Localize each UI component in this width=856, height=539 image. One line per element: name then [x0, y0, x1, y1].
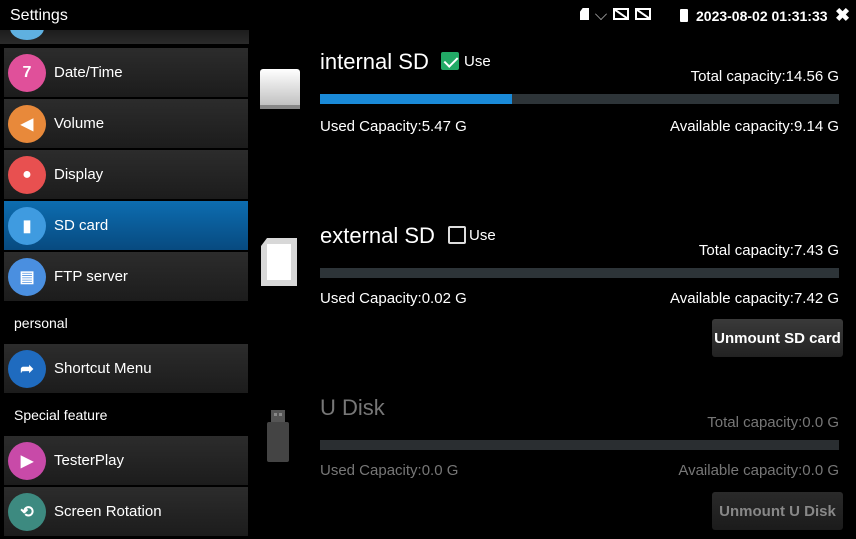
calendar-icon: 7: [8, 53, 46, 92]
external-sd-use-checkbox[interactable]: [448, 226, 466, 244]
internal-sd-use-label: Use: [464, 53, 491, 70]
u-disk-title: U Disk: [320, 395, 385, 420]
internal-sd-available: Available capacity:9.14 G: [670, 118, 839, 135]
speaker-icon: ◀: [8, 104, 46, 143]
screen-off-icon: [613, 8, 629, 20]
external-sd-use-label: Use: [469, 227, 496, 244]
sd-card-icon: ▮: [8, 206, 46, 245]
settings-sidebar[interactable]: 7 Date/Time ◀ Volume ● Display ▮ SD card…: [0, 30, 249, 539]
u-disk-usage-bar: [320, 440, 839, 450]
external-sd-available: Available capacity:7.42 G: [670, 290, 839, 307]
sidebar-item-testerplay[interactable]: ▶ TesterPlay: [4, 436, 248, 486]
external-sd-panel: external SD Use Total capacity:7.43 G Us…: [255, 214, 855, 364]
sidebar-item-label: TesterPlay: [54, 452, 125, 469]
sd-card-icon: [580, 8, 589, 20]
external-sd-title: external SD: [320, 223, 435, 248]
lightbulb-icon: ●: [8, 155, 46, 194]
partial-item-icon: [10, 30, 44, 40]
external-sd-usage-bar: [320, 268, 839, 278]
u-disk-total: Total capacity:0.0 G: [707, 414, 839, 431]
sidebar-item-partial[interactable]: [0, 30, 249, 44]
u-disk-used: Used Capacity:0.0 G: [320, 462, 459, 479]
sidebar-item-display[interactable]: ● Display: [4, 150, 248, 200]
internal-sd-title: internal SD: [320, 49, 429, 74]
battery-icon: [680, 9, 688, 22]
sidebar-item-label: FTP server: [54, 268, 128, 285]
sidebar-item-volume[interactable]: ◀ Volume: [4, 99, 248, 149]
close-icon[interactable]: ✖: [835, 5, 850, 26]
internal-sd-used: Used Capacity:5.47 G: [320, 118, 467, 135]
u-disk-available: Available capacity:0.0 G: [678, 462, 839, 479]
ftp-server-icon: ▤: [8, 257, 46, 296]
usb-drive-icon: [267, 410, 289, 462]
shortcut-icon: ➦: [8, 349, 46, 388]
sidebar-item-ftp-server[interactable]: ▤ FTP server: [4, 252, 248, 302]
internal-storage-icon: [260, 69, 300, 109]
sidebar-item-sd-card[interactable]: ▮ SD card: [4, 201, 248, 251]
sidebar-item-screen-rotation[interactable]: ⟲ Screen Rotation: [4, 487, 248, 537]
sidebar-item-label: Date/Time: [54, 64, 123, 81]
internal-sd-total: Total capacity:14.56 G: [690, 68, 839, 85]
unmount-sd-card-button[interactable]: Unmount SD card: [712, 319, 843, 357]
section-personal: personal: [4, 303, 248, 343]
sidebar-item-label: Volume: [54, 115, 105, 132]
rotate-icon: ⟲: [8, 492, 46, 531]
heart-icon: [595, 8, 607, 20]
screen-off-icon: [635, 8, 651, 20]
external-sd-used: Used Capacity:0.02 G: [320, 290, 467, 307]
sidebar-item-label: SD card: [54, 217, 109, 234]
internal-sd-use-checkbox[interactable]: [441, 52, 459, 70]
app-title: Settings: [10, 7, 68, 24]
sidebar-item-label: Shortcut Menu: [54, 360, 152, 377]
sidebar-item-shortcut-menu[interactable]: ➦ Shortcut Menu: [4, 344, 248, 394]
status-icons: [580, 8, 651, 20]
internal-sd-panel: internal SD Use Total capacity:14.56 G U…: [255, 40, 855, 150]
external-sd-total: Total capacity:7.43 G: [698, 242, 839, 259]
internal-sd-usage-bar: [320, 94, 839, 104]
sidebar-item-label: Display: [54, 166, 104, 183]
u-disk-panel: U Disk Total capacity:0.0 G Used Capacit…: [255, 388, 855, 538]
unmount-u-disk-button: Unmount U Disk: [712, 492, 843, 530]
sd-card-icon: [261, 238, 297, 286]
sidebar-item-label: Screen Rotation: [54, 503, 162, 520]
internal-sd-usage-fill: [320, 94, 513, 104]
sidebar-item-date-time[interactable]: 7 Date/Time: [4, 48, 248, 98]
status-bar: Settings 2023-08-02 01:31:33 ✖: [0, 0, 856, 30]
play-icon: ▶: [8, 441, 46, 480]
clock: 2023-08-02 01:31:33: [696, 8, 828, 24]
section-special-feature: Special feature: [4, 395, 248, 435]
